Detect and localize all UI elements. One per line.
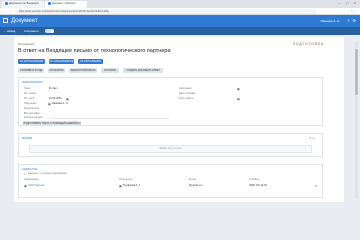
reject-button[interactable]: ОТКЛОНИТЬ bbox=[48, 68, 65, 73]
checkbox-label: Документ с личным подписанием bbox=[28, 172, 67, 175]
back-button[interactable]: ← Назад bbox=[3, 29, 15, 33]
field-underline bbox=[49, 118, 169, 119]
info-card: ИНФОРМАЦИЯ Тема В ответ Рег. номер Рег. … bbox=[18, 77, 323, 126]
header-icons[interactable]: ? ⚙ bbox=[347, 18, 357, 23]
register-button[interactable]: ЗАРЕГИСТРИРОВАТЬ bbox=[69, 68, 97, 73]
page-title: В ответ на Входящее письмо от технологич… bbox=[18, 48, 171, 54]
document-panel: Исходящий ПОДГОТОВКА В ответ на Входящее… bbox=[14, 37, 344, 202]
template-button[interactable]: ПОДГОТОВИТЬ ТЕКСТ С ПОМОЩЬЮ ШАБЛОНА ▾ bbox=[23, 121, 81, 126]
status-badge: ПОДГОТОВКА bbox=[292, 42, 324, 46]
field-label: Рег. номер bbox=[24, 92, 37, 95]
recipients-card: АДРЕСАТЫ ☐ Документ с личным подписанием… bbox=[18, 164, 323, 198]
calendar-icon[interactable]: ▦ bbox=[66, 97, 69, 101]
browser-menu-icon[interactable]: ☆ ⋮ bbox=[350, 9, 357, 13]
scrollbar[interactable] bbox=[355, 41, 358, 199]
app-header: Документ Иванова А. Н. ? ⚙ bbox=[0, 15, 360, 27]
field-label: Срок ответа bbox=[179, 97, 193, 100]
send-execution-button[interactable]: НА ИСПОЛНЕНИЕ bbox=[78, 59, 103, 64]
document-type: Исходящий bbox=[18, 42, 34, 46]
column-header: Телефон bbox=[249, 178, 259, 181]
recipients-card-title[interactable]: АДРЕСАТЫ bbox=[22, 167, 37, 171]
browser-tab-2-label: Документ 1 Миссия bbox=[52, 2, 76, 6]
table-cell-person[interactable]: Трофимов А. Т. bbox=[123, 184, 141, 187]
history-button[interactable]: ИСТОРИЯ bbox=[101, 68, 119, 73]
delete-icon[interactable]: ✕ bbox=[315, 184, 317, 188]
field-label: Подписант bbox=[24, 102, 37, 105]
contact-icon[interactable]: ▣ bbox=[237, 87, 240, 91]
app-logo-icon[interactable] bbox=[3, 18, 8, 23]
scrollbar-thumb[interactable] bbox=[355, 49, 358, 95]
tab-favicon-icon bbox=[5, 2, 8, 5]
checkbox-icon[interactable]: ☐ bbox=[24, 172, 27, 176]
mode-toggle[interactable] bbox=[45, 29, 54, 33]
field-label: Вид доставки bbox=[24, 112, 40, 115]
info-card-title[interactable]: ИНФОРМАЦИЯ bbox=[22, 80, 42, 84]
url-input[interactable]: https://docs.example.corp/sed/doc/incomi… bbox=[16, 9, 316, 14]
browser-tab-1[interactable]: Документы по Входящих bbox=[2, 1, 44, 8]
field-value[interactable]: Иванова А. Н. bbox=[52, 102, 68, 105]
window-controls[interactable]: — ▢ ✕ bbox=[338, 1, 358, 5]
tab-favicon-icon bbox=[48, 2, 51, 5]
browser-tabbar: Документы по Входящих Документ 1 Миссия … bbox=[0, 0, 360, 8]
user-icon: ▣ bbox=[48, 101, 51, 106]
field-value[interactable]: 01.03.2024 bbox=[49, 97, 62, 100]
field-label: Контрагент bbox=[179, 87, 192, 90]
files-card-title[interactable]: ФАЙЛЫ bbox=[22, 136, 32, 140]
upload-icon[interactable]: ⇪ ▢ bbox=[309, 136, 315, 140]
org-icon: ▣ bbox=[24, 183, 27, 188]
field-value[interactable]: В ответ bbox=[49, 87, 58, 90]
field-label: Краткое содерж. bbox=[24, 116, 44, 119]
table-cell-org[interactable]: ООО Партнер bbox=[28, 184, 44, 187]
browser-address-bar: ← → ⟳ https://docs.example.corp/sed/doc/… bbox=[0, 8, 360, 15]
send-approval-button[interactable]: НА СОГЛАСОВАНИЕ bbox=[18, 59, 45, 64]
browser-tab-2[interactable]: Документ 1 Миссия bbox=[45, 1, 87, 8]
send-review-button[interactable]: НА ОЗНАКОМЛЕНИЕ bbox=[49, 59, 74, 64]
user-icon: ▣ bbox=[119, 183, 122, 188]
send-sed-button[interactable]: ОТПРАВИТЬ В СЭД bbox=[18, 68, 44, 73]
create-reply-button[interactable]: СОЗДАТЬ ДОКУМЕНТ-ОТВЕТ bbox=[123, 68, 163, 73]
calendar-icon[interactable]: ▦ bbox=[237, 97, 240, 101]
column-header: E-mail bbox=[189, 178, 196, 181]
field-label: Исполнитель bbox=[24, 107, 40, 110]
app-toolbar: ← Назад Сохранить bbox=[0, 27, 360, 35]
field-label: Дата отправки bbox=[179, 92, 196, 95]
app-title: Документ bbox=[11, 17, 38, 24]
save-button[interactable]: Сохранить bbox=[24, 29, 39, 33]
browser-tab-1-label: Документы по Входящих bbox=[9, 2, 39, 6]
column-header: Получатель bbox=[119, 178, 133, 181]
user-name[interactable]: Иванова А. Н. bbox=[321, 19, 340, 23]
files-dropzone[interactable]: Файлы отсутствуют bbox=[29, 145, 312, 153]
field-label: Рег. дата bbox=[24, 97, 35, 100]
table-cell-phone[interactable]: (495) 716-16-16 bbox=[249, 184, 267, 187]
files-card: ФАЙЛЫ ⇪ ▢ Файлы отсутствуют bbox=[18, 133, 323, 157]
field-label: Тема bbox=[24, 87, 30, 90]
table-cell-email[interactable]: @yandex.ru bbox=[189, 184, 203, 187]
column-header: Организация bbox=[24, 178, 39, 181]
